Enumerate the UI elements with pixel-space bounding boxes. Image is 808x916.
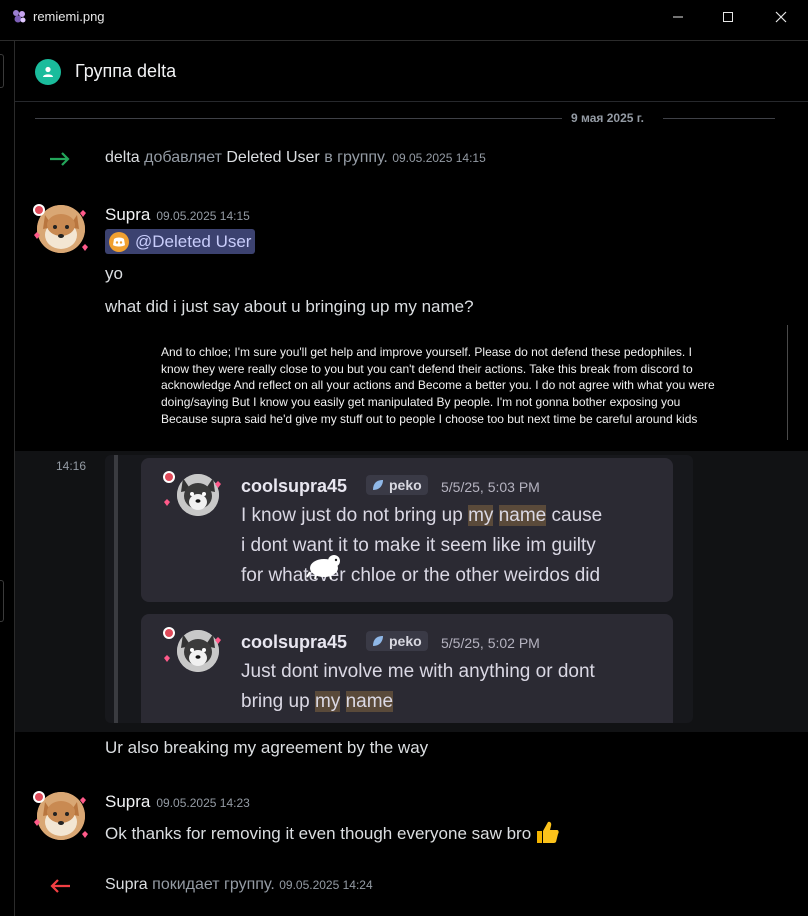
message-timestamp: 09.05.2025 14:24 [279,878,373,892]
attachment-image-text: And to chloe; I'm sure you'll get help a… [161,345,715,426]
close-icon [775,11,787,22]
minimize-icon [673,16,683,17]
quote-bar [114,455,118,723]
quoted-timestamp: 5/5/25, 5:03 PM [441,479,540,495]
leaf-icon [373,480,383,490]
quoted-text: for whatever chloe or the other weirdos … [241,565,601,586]
message-text: Ok thanks for removing it even though ev… [105,819,560,845]
message-text: Ur also breaking my agreement by the way [105,738,429,757]
server-tag: peko [366,631,428,651]
server-tag: peko [366,475,428,495]
leaf-icon [373,636,383,646]
server-tag-label: peko [389,633,422,649]
system-suffix: в группу. [324,149,388,166]
quoted-message: coolsupra45 peko 5/5/25, 5:02 PM Just do… [141,614,673,723]
system-target[interactable]: Deleted User [226,149,319,166]
quoted-author-name: coolsupra45 [241,476,348,496]
message-header: Supra 09.05.2025 14:15 [105,205,250,225]
discord-icon [109,231,129,252]
attachment-scrollbar[interactable] [787,325,788,440]
group-icon [35,59,61,85]
collapsed-panel-tab[interactable] [0,580,4,622]
quoted-author-name: coolsupra45 [241,632,348,652]
channel-header: Группа delta [15,41,808,102]
maximize-button[interactable] [705,0,751,33]
date-divider: 9 мая 2025 г. [35,110,775,126]
mention-label: @Deleted User [135,231,252,251]
window-title: remiemi.png [33,9,105,24]
leave-arrow-icon [50,879,70,893]
window-titlebar: remiemi.png [0,0,808,33]
quoted-text: I know just do not bring up my name caus… [241,505,603,526]
user-mention[interactable]: @Deleted User [105,229,256,254]
avatar-decoration-icon [163,471,221,506]
quoted-text: bring up my name [241,691,394,712]
thumbs-up-icon [537,821,559,843]
quoted-text: i dont want it to make it seem like im g… [241,535,596,556]
message-timestamp: 09.05.2025 14:15 [156,209,250,223]
channel-title: Группа delta [75,61,177,81]
close-button[interactable] [758,0,804,33]
message-header: Supra 09.05.2025 14:23 [105,792,250,812]
sticker-icon [306,555,340,580]
avatar-decoration-icon [163,627,221,662]
message-timestamp: 09.05.2025 14:15 [392,151,486,165]
server-tag-label: peko [389,477,422,493]
quoted-timestamp: 5/5/25, 5:02 PM [441,635,540,651]
system-actor[interactable]: Supra [105,876,148,893]
message-text: yo [105,264,123,283]
maximize-icon [723,11,733,22]
system-join-message: delta добавляет Deleted User в группу. 0… [105,149,486,167]
message-text: what did i just say about u bringing up … [105,297,474,316]
author-name[interactable]: Supra [105,205,150,224]
system-actor[interactable]: delta [105,149,140,166]
minimize-button[interactable] [655,0,701,33]
system-verb: добавляет [144,149,222,166]
app-icon [13,10,26,23]
quoted-message: coolsupra45 peko 5/5/25, 5:03 PM I know … [141,458,673,602]
date-divider-label: 9 мая 2025 г. [571,111,644,125]
avatar-decoration-icon [33,791,88,838]
avatar-decoration-icon [33,204,88,251]
message-timestamp: 09.05.2025 14:23 [156,796,250,810]
join-arrow-icon [50,152,70,166]
system-leave-message: Supra покидает группу. 09.05.2025 14:24 [105,876,373,894]
system-verb: покидает группу. [152,876,275,893]
hover-timestamp: 14:16 [56,459,87,473]
collapsed-panel-tab[interactable] [0,54,4,88]
quoted-text: Just dont involve me with anything or do… [241,661,595,682]
author-name[interactable]: Supra [105,792,150,811]
